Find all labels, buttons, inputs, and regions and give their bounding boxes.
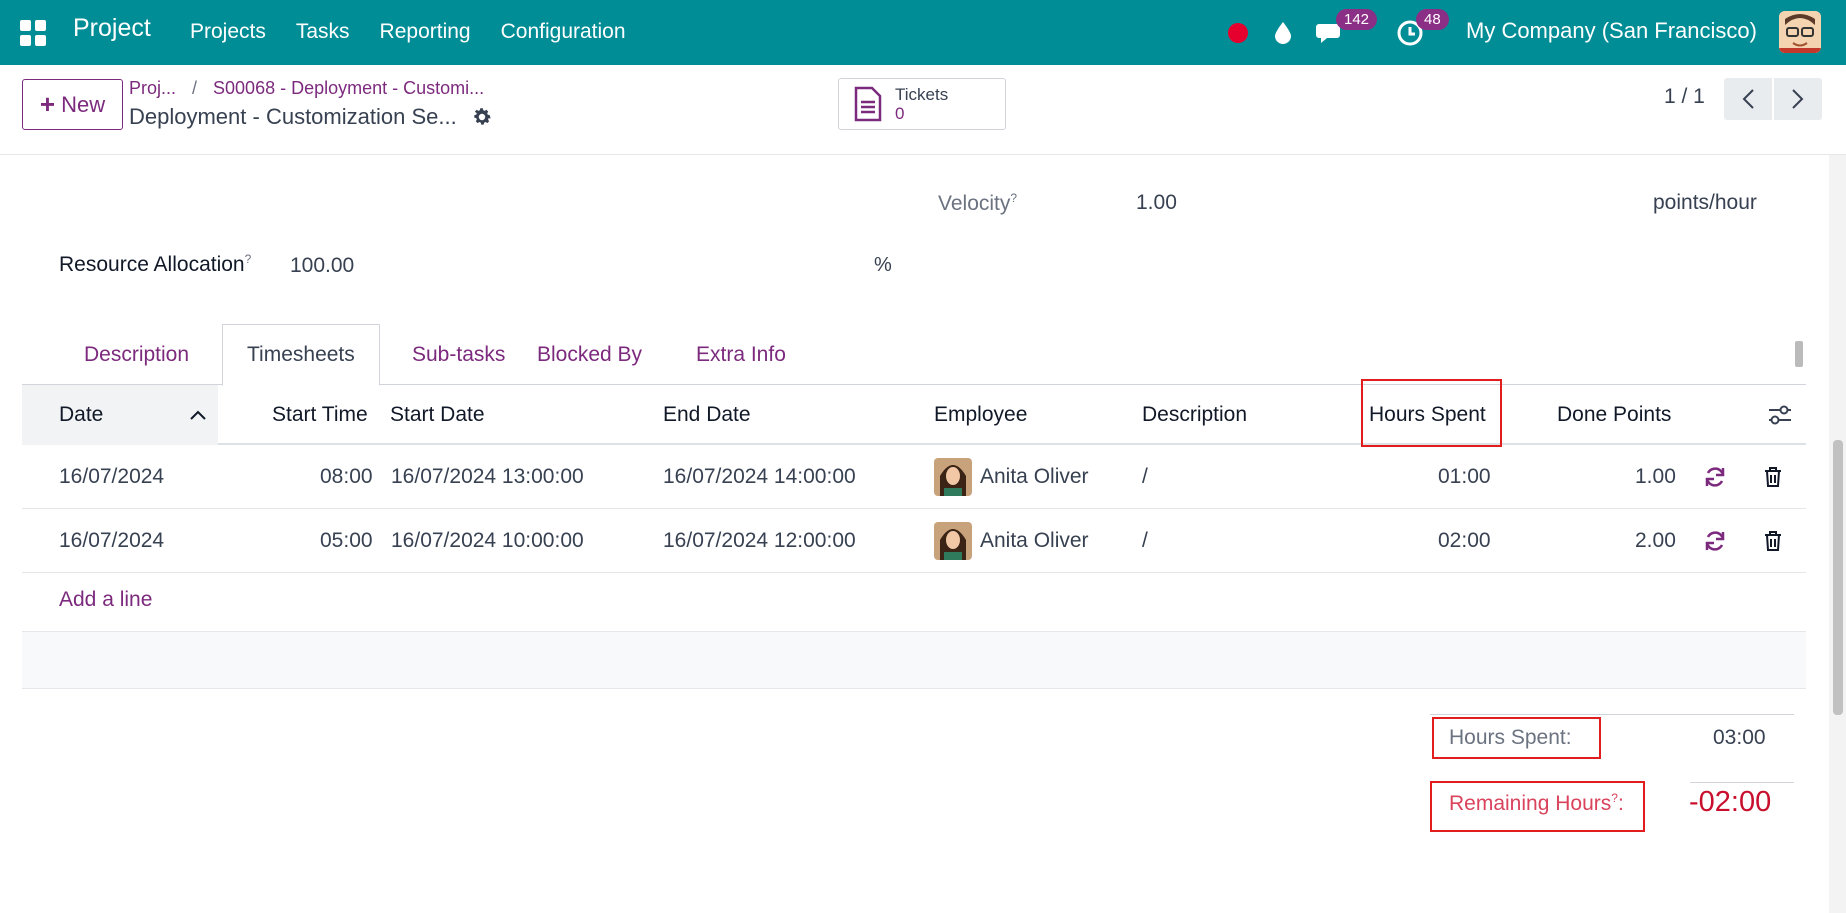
tabs-scrollbar[interactable] [1793,327,1805,381]
chevron-right-icon [1792,89,1804,109]
breadcrumb-separator: / [192,78,198,98]
breadcrumb-project[interactable]: Proj... [129,78,176,99]
tab-timesheets[interactable]: Timesheets [222,324,380,386]
company-switcher[interactable]: My Company (San Francisco) [1466,18,1757,44]
breadcrumb: Proj... / S00068 - Deployment - Customi.… [129,78,484,99]
total-hours-spent-value: 03:00 [1713,726,1766,749]
column-description[interactable]: Description [1142,385,1247,445]
cell-start-time[interactable]: 08:00 [320,445,373,509]
cell-hours-spent[interactable]: 02:00 [1438,509,1491,573]
record-title: Deployment - Customization Se... [129,104,457,129]
notebook-tabs: Description Timesheets Sub-tasks Blocked… [22,324,1806,386]
main-menu: Projects Tasks Reporting Configuration [190,20,626,44]
record-title-row: Deployment - Customization Se... [129,104,493,130]
recording-icon[interactable] [1228,0,1248,65]
table-row[interactable]: 16/07/2024 05:00 16/07/2024 10:00:00 16/… [22,509,1806,573]
cell-end-date[interactable]: 16/07/2024 12:00:00 [663,509,856,573]
cell-start-time[interactable]: 05:00 [320,509,373,573]
column-start-date[interactable]: Start Date [390,385,485,445]
employee-name: Anita Oliver [980,529,1089,552]
column-date[interactable]: Date [59,385,103,445]
cell-start-date[interactable]: 16/07/2024 13:00:00 [391,445,584,509]
highlight-hours-spent-column [1361,379,1502,447]
column-employee[interactable]: Employee [934,385,1027,445]
highlight-remaining-hours [1430,781,1645,832]
cell-done-points[interactable]: 2.00 [1635,509,1676,573]
cell-hours-spent[interactable]: 01:00 [1438,445,1491,509]
menu-tasks[interactable]: Tasks [296,20,350,44]
refresh-icon[interactable] [1703,509,1727,573]
cell-employee[interactable]: Anita Oliver [934,509,1089,573]
breadcrumb-sale-order[interactable]: S00068 - Deployment - Customi... [213,78,484,99]
menu-projects[interactable]: Projects [190,20,266,44]
pager-next-button[interactable] [1774,78,1822,120]
tab-extra-info[interactable]: Extra Info [672,324,810,385]
trash-icon[interactable] [1763,509,1783,573]
tab-blocked-by[interactable]: Blocked By [513,324,666,385]
top-navbar: Project Projects Tasks Reporting Configu… [0,0,1846,65]
app-menu-icon[interactable] [20,20,46,46]
velocity-help-icon[interactable]: ? [1010,191,1017,205]
cell-description[interactable]: / [1142,445,1148,509]
tickets-count: 0 [895,103,905,123]
document-icon [854,86,882,122]
employee-avatar [934,522,972,560]
chat-count-badge: 142 [1336,9,1378,30]
gear-icon[interactable] [471,106,493,128]
pager-value[interactable]: 1 / 1 [1664,85,1705,109]
new-button[interactable]: + New [22,79,123,130]
highlight-hours-spent-total [1432,717,1601,759]
velocity-label: Velocity? [938,191,1018,215]
sort-ascending-icon[interactable] [189,385,207,445]
refresh-icon[interactable] [1703,445,1727,509]
optional-columns-icon[interactable] [1767,385,1793,445]
resource-allocation-unit: % [874,254,892,276]
trash-icon[interactable] [1763,445,1783,509]
app-name[interactable]: Project [73,14,151,43]
column-done-points[interactable]: Done Points [1557,385,1671,445]
menu-configuration[interactable]: Configuration [501,20,626,44]
page-scrollbar[interactable] [1829,155,1846,913]
tickets-smart-button[interactable]: Tickets 0 [838,78,1006,130]
cell-employee[interactable]: Anita Oliver [934,445,1089,509]
resource-allocation-value[interactable]: 100.00 [290,254,354,278]
tab-sub-tasks[interactable]: Sub-tasks [388,324,529,385]
add-a-line-link[interactable]: Add a line [59,588,152,612]
activity-count-badge: 48 [1416,9,1449,30]
resource-allocation-help-icon[interactable]: ? [245,252,252,266]
velocity-unit: points/hour [1653,191,1757,214]
cell-description[interactable]: / [1142,509,1148,573]
chevron-left-icon [1742,89,1754,109]
control-panel: + New Proj... / S00068 - Deployment - Cus… [0,65,1846,155]
cell-date[interactable]: 16/07/2024 [59,509,164,573]
employee-name: Anita Oliver [980,465,1089,488]
menu-reporting[interactable]: Reporting [380,20,471,44]
cell-date[interactable]: 16/07/2024 [59,445,164,509]
column-start-time[interactable]: Start Time [272,385,368,445]
drop-icon[interactable] [1273,0,1293,65]
remaining-divider [1690,782,1794,783]
user-avatar[interactable] [1779,11,1821,53]
timesheet-table-header: Date Start Time Start Date End Date Empl… [22,385,1806,445]
velocity-value[interactable]: 1.00 [1136,191,1177,215]
cell-end-date[interactable]: 16/07/2024 14:00:00 [663,445,856,509]
pager-previous-button[interactable] [1724,78,1772,120]
column-end-date[interactable]: End Date [663,385,751,445]
plus-icon: + [39,89,56,119]
employee-avatar [934,458,972,496]
cell-start-date[interactable]: 16/07/2024 10:00:00 [391,509,584,573]
resource-allocation-label: Resource Allocation? [59,252,252,276]
cell-done-points[interactable]: 1.00 [1635,445,1676,509]
tab-description[interactable]: Description [60,324,213,385]
table-footer-row [22,631,1806,689]
tickets-label: Tickets [895,84,949,104]
table-row[interactable]: 16/07/2024 08:00 16/07/2024 13:00:00 16/… [22,445,1806,509]
summary-divider [1430,714,1794,715]
remaining-hours-value: -02:00 [1689,786,1772,818]
